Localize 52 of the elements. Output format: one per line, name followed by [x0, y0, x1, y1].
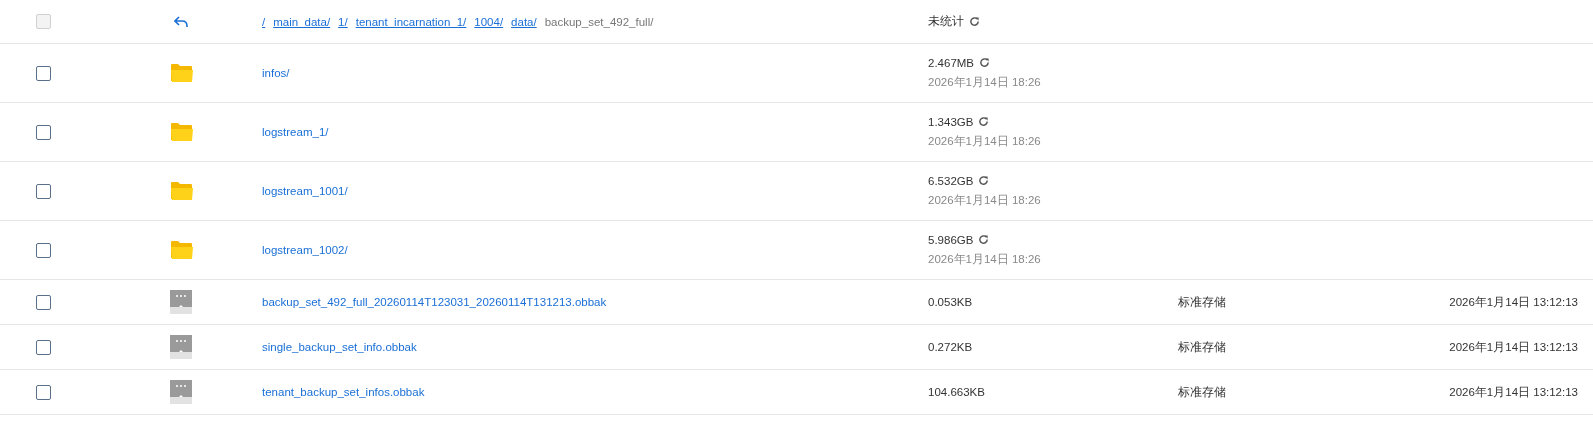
refresh-icon[interactable] [978, 234, 990, 245]
folder-link[interactable]: logstream_1001/ [262, 185, 348, 197]
modified-time: 2026年1月14日 13:12:13 [1449, 295, 1578, 308]
breadcrumb-link[interactable]: data/ [511, 15, 537, 28]
folder-link[interactable]: logstream_1/ [262, 126, 329, 138]
modified-time: 2026年1月14日 18:26 [928, 192, 1042, 208]
breadcrumb-link[interactable]: 1/ [338, 15, 348, 28]
size-text: 0.053KB [928, 296, 974, 308]
file-icon [170, 335, 192, 359]
file-icon [170, 380, 192, 404]
row-checkbox[interactable] [36, 183, 51, 199]
breadcrumb-link[interactable]: / [262, 15, 266, 28]
refresh-icon[interactable] [978, 116, 990, 127]
folder-icon [170, 181, 194, 201]
row-checkbox[interactable] [36, 242, 51, 258]
breadcrumb-current: backup_set_492_full/ [544, 15, 654, 28]
folder-icon [170, 63, 194, 83]
folder-link[interactable]: logstream_1002/ [262, 244, 348, 256]
file-icon [170, 290, 192, 314]
modified-time: 2026年1月14日 13:12:13 [1449, 385, 1578, 398]
storage-class: 标准存储 [1178, 340, 1226, 353]
refresh-icon[interactable] [978, 175, 990, 186]
file-link[interactable]: tenant_backup_set_infos.obbak [262, 386, 425, 398]
file-link[interactable]: backup_set_492_full_20260114T123031_20260114T131213.obbak [262, 296, 607, 308]
breadcrumb-link[interactable]: 1004/ [474, 15, 504, 28]
refresh-icon[interactable] [969, 16, 980, 27]
storage-class: 标准存储 [1178, 295, 1226, 308]
refresh-icon[interactable] [979, 57, 991, 68]
folder-link[interactable]: infos/ [262, 67, 290, 79]
row-checkbox[interactable] [36, 124, 51, 140]
size-text: 未统计 [928, 14, 964, 29]
modified-time: 2026年1月14日 18:26 [928, 133, 1042, 149]
modified-time: 2026年1月14日 18:26 [928, 74, 1042, 90]
breadcrumb-link[interactable]: main_data/ [273, 15, 331, 28]
size-text: 0.272KB [928, 341, 974, 353]
folder-icon [170, 122, 194, 142]
size-text: 104.663KB [928, 386, 986, 398]
folder-icon [170, 240, 194, 260]
breadcrumb-link[interactable]: tenant_incarnation_1/ [355, 15, 467, 28]
storage-class: 标准存储 [1178, 385, 1226, 398]
row-checkbox[interactable] [36, 339, 51, 355]
file-link[interactable]: single_backup_set_info.obbak [262, 341, 417, 353]
size-text: 5.986GB [928, 233, 974, 246]
modified-time: 2026年1月14日 13:12:13 [1449, 340, 1578, 353]
back-arrow-icon[interactable] [174, 15, 188, 28]
size-text: 6.532GB [928, 174, 974, 187]
modified-time: 2026年1月14日 18:26 [928, 251, 1042, 267]
size-text: 1.343GB [928, 115, 974, 128]
size-text: 2.467MB [928, 56, 975, 69]
row-checkbox[interactable] [36, 65, 51, 81]
row-checkbox[interactable] [36, 384, 51, 400]
row-checkbox[interactable] [36, 294, 51, 310]
